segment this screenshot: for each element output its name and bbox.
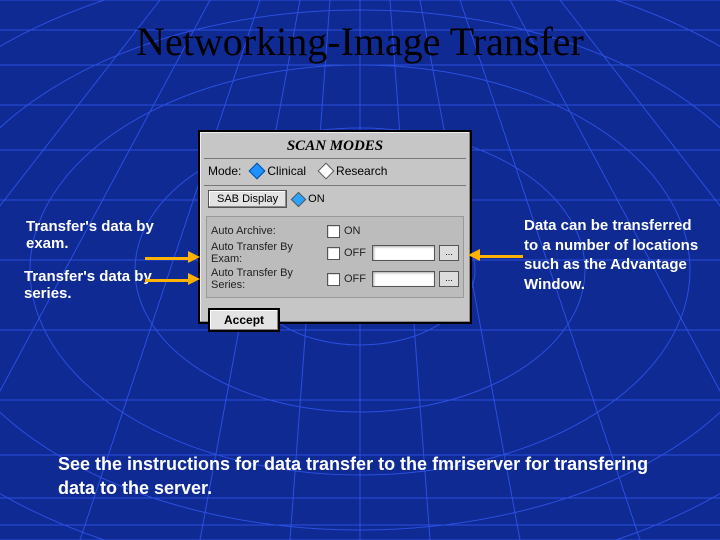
sab-toggle-label: ON (308, 193, 325, 205)
auto-transfer-exam-row: Auto Transfer By Exam: OFF ... (211, 241, 459, 265)
auto-archive-checkbox[interactable] (327, 225, 340, 238)
auto-transfer-exam-input[interactable] (372, 245, 435, 261)
auto-transfer-series-label: Auto Transfer By Series: (211, 267, 323, 291)
auto-transfer-exam-state: OFF (344, 247, 368, 259)
auto-transfer-series-checkbox[interactable] (327, 273, 340, 286)
dialog-header: SCAN MODES (200, 138, 470, 155)
slide-title: Networking-Image Transfer (0, 18, 720, 65)
footer-instruction: See the instructions for data transfer t… (58, 452, 680, 501)
accept-button[interactable]: Accept (208, 308, 280, 332)
auto-archive-state: ON (344, 225, 368, 237)
scan-modes-dialog: SCAN MODES Mode: Clinical Research SAB D… (198, 130, 472, 324)
auto-transfer-series-input[interactable] (372, 271, 435, 287)
annotation-locations: Data can be transferred to a number of l… (524, 216, 704, 294)
research-radio[interactable] (318, 163, 335, 180)
sab-toggle[interactable]: ON (293, 193, 325, 205)
auto-transfer-series-row: Auto Transfer By Series: OFF ... (211, 267, 459, 291)
auto-transfer-exam-checkbox[interactable] (327, 247, 340, 260)
clinical-label: Clinical (267, 164, 306, 178)
annotation-transfer-series: Transfer's data by series. (24, 268, 174, 302)
auto-transfer-series-state: OFF (344, 273, 368, 285)
divider (204, 158, 466, 159)
sab-row: SAB Display ON (208, 190, 462, 208)
annotation-transfer-exam: Transfer's data by exam. (26, 218, 176, 252)
sab-display-button[interactable]: SAB Display (208, 190, 287, 208)
auto-archive-label: Auto Archive: (211, 225, 323, 237)
divider (204, 185, 466, 186)
research-label: Research (336, 164, 387, 178)
mode-label: Mode: (208, 164, 241, 178)
auto-transfer-exam-browse-button[interactable]: ... (439, 245, 459, 261)
auto-transfer-series-browse-button[interactable]: ... (439, 271, 459, 287)
mode-row: Mode: Clinical Research (200, 162, 470, 182)
auto-transfer-exam-label: Auto Transfer By Exam: (211, 241, 323, 265)
clinical-radio[interactable] (249, 163, 266, 180)
auto-options-group: Auto Archive: ON ... Auto Transfer By Ex… (206, 216, 464, 298)
auto-archive-row: Auto Archive: ON ... (211, 223, 459, 239)
diamond-icon (291, 191, 307, 207)
